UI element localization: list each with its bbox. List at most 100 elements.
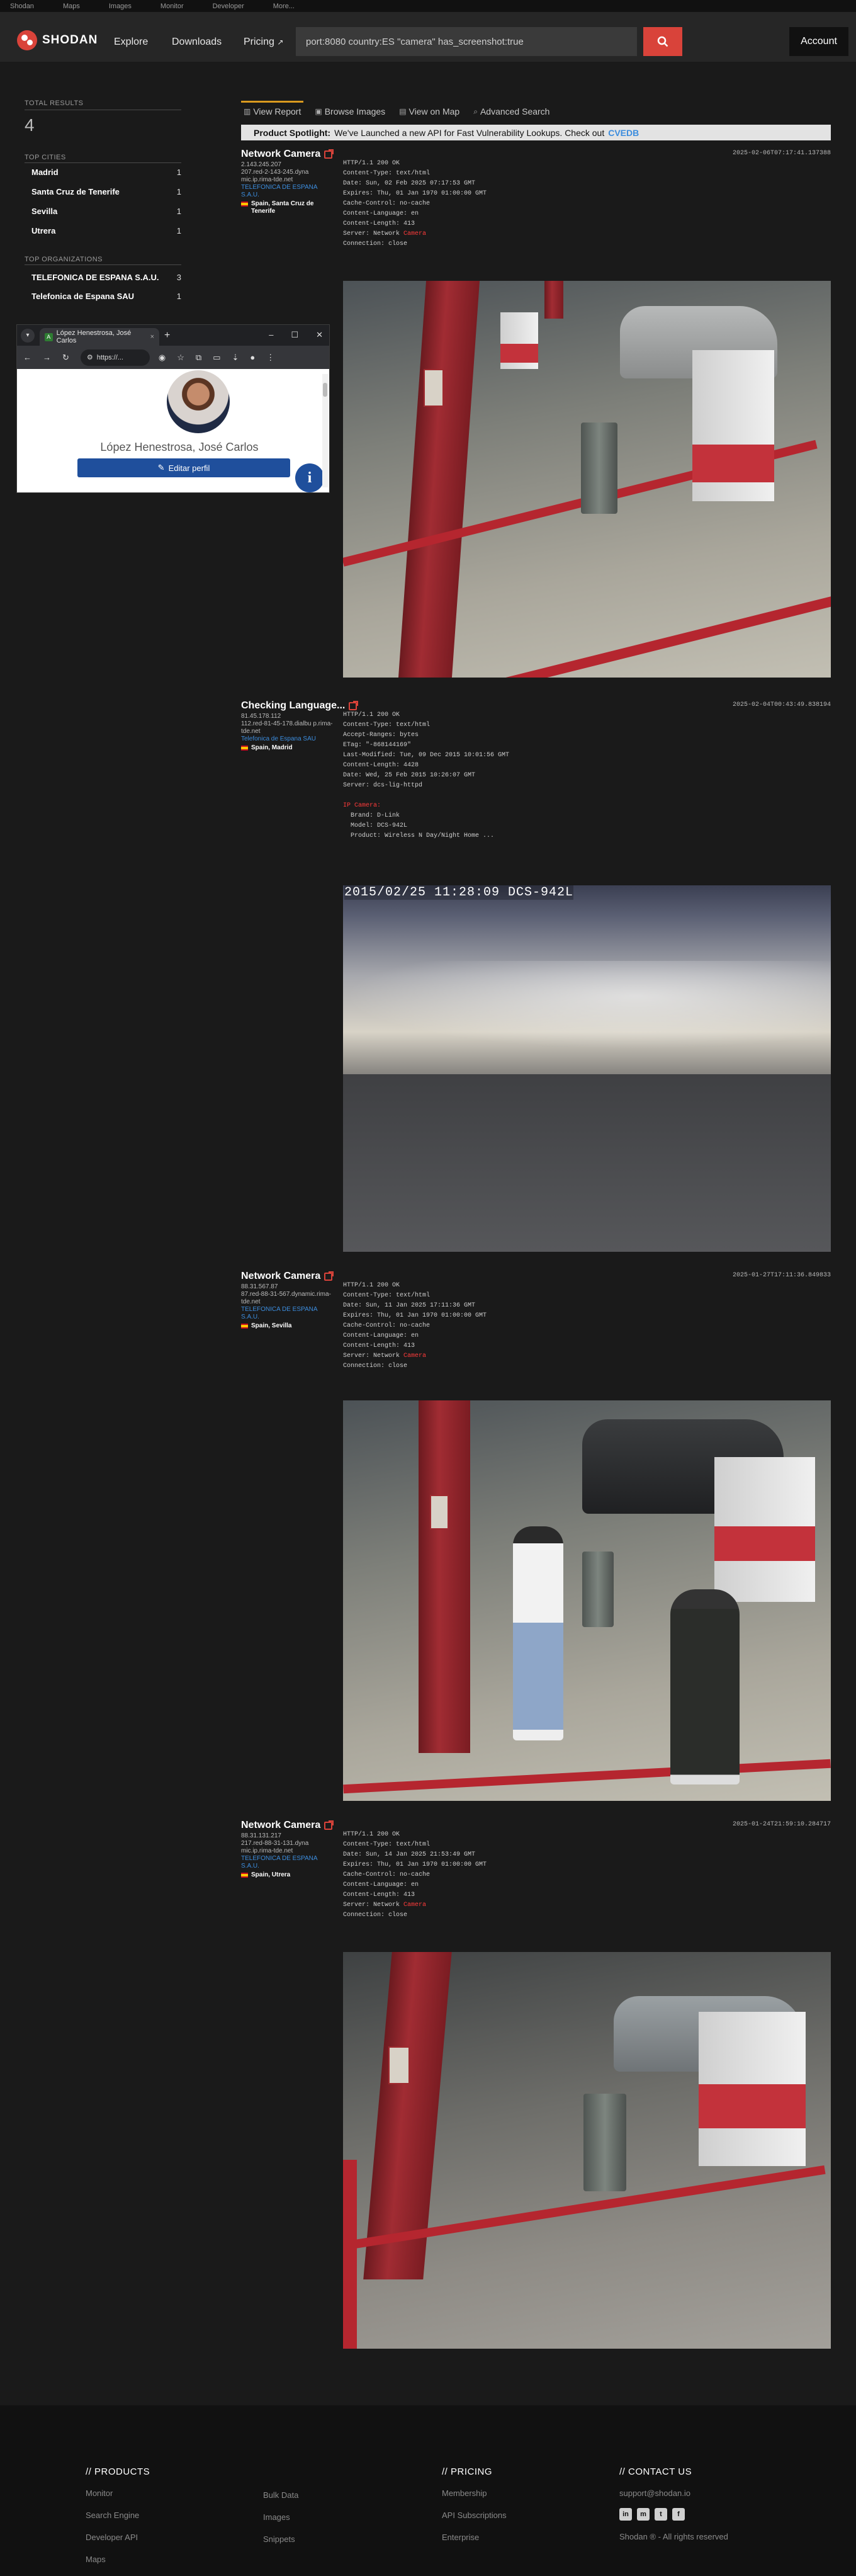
nav-pricing[interactable]: Pricing ↗ <box>244 37 283 48</box>
city-row-sevilla[interactable]: Sevilla 1 <box>31 207 181 216</box>
topbar-link-more[interactable]: More... <box>273 3 295 10</box>
city-row-madrid[interactable]: Madrid 1 <box>31 167 181 177</box>
footer-link[interactable]: Snippets <box>263 2534 298 2544</box>
result-banner: HTTP/1.1 200 OK Content-Type: text/html … <box>343 1830 487 1921</box>
tab-search-dropdown-icon[interactable]: ▾ <box>21 328 35 343</box>
search-input[interactable] <box>296 27 637 56</box>
tab-view-report[interactable]: ▥ View Report <box>241 101 304 118</box>
result-title: Network Camera <box>241 1820 321 1830</box>
tab-advanced-search[interactable]: ⌕ Advanced Search <box>471 101 552 118</box>
banner-line: Content-Type: text/html <box>343 170 431 177</box>
linkedin-icon[interactable]: in <box>619 2508 632 2521</box>
minimize-icon[interactable]: – <box>269 330 273 340</box>
topbar-link-maps[interactable]: Maps <box>63 3 80 10</box>
footer-products-column-2: Bulk Data Images Snippets <box>263 2490 298 2556</box>
profile-icon[interactable]: ● <box>250 353 255 362</box>
camera-screenshot[interactable] <box>343 1400 831 1801</box>
browser-tab[interactable]: A López Henestrosa, José Carlos × <box>40 328 159 346</box>
facebook-icon[interactable]: f <box>672 2508 685 2521</box>
footer-link[interactable]: API Subscriptions <box>442 2511 507 2520</box>
result-location[interactable]: Spain, Madrid <box>241 744 335 752</box>
close-window-icon[interactable]: ✕ <box>316 330 323 340</box>
city-row-santa-cruz[interactable]: Santa Cruz de Tenerife 1 <box>31 187 181 196</box>
footer-email-link[interactable]: support@shodan.io <box>619 2488 728 2498</box>
result-location[interactable]: Spain, Santa Cruz de Tenerife <box>241 200 335 215</box>
profile-name: López Henestrosa, José Carlos <box>100 441 259 453</box>
nav-explore[interactable]: Explore <box>114 37 148 48</box>
footer-link[interactable]: Monitor <box>86 2488 150 2498</box>
menu-icon[interactable]: ⋮ <box>266 353 274 363</box>
twitter-icon[interactable]: t <box>655 2508 667 2521</box>
topbar-link-images[interactable]: Images <box>109 3 132 10</box>
cast-icon[interactable]: ▭ <box>213 353 220 363</box>
banner-line: Content-Type: text/html <box>343 1841 431 1848</box>
search-button[interactable] <box>643 27 682 56</box>
banner-line: Connection: close <box>343 241 408 247</box>
mastodon-icon[interactable]: m <box>637 2508 650 2521</box>
maximize-icon[interactable]: ☐ <box>291 330 298 340</box>
banner-line: Connection: close <box>343 1363 408 1370</box>
scrollbar[interactable] <box>322 374 328 487</box>
result-org-link[interactable]: TELEFONICA DE ESPANA S.A.U. <box>241 1306 335 1321</box>
camera-screenshot[interactable] <box>343 1952 831 2349</box>
banner-line: HTTP/1.1 200 OK <box>343 1282 400 1289</box>
tab-browse-images[interactable]: ▣ Browse Images <box>312 101 388 118</box>
result-title-link[interactable]: Network Camera <box>241 1820 334 1831</box>
result-location[interactable]: Spain, Sevilla <box>241 1322 335 1330</box>
city-name: Utrera <box>31 226 56 235</box>
forward-icon[interactable]: → <box>43 353 51 362</box>
footer-link[interactable]: Search Engine <box>86 2511 150 2520</box>
shodan-logo[interactable]: SHODAN <box>17 30 98 50</box>
result-title-link[interactable]: Checking Language... <box>241 700 359 712</box>
org-name: Telefonica de Espana SAU <box>31 292 135 301</box>
edit-profile-button[interactable]: ✎ Editar perfil <box>77 458 290 477</box>
browser-popup-window[interactable]: ▾ A López Henestrosa, José Carlos × + – … <box>16 324 330 493</box>
account-button[interactable]: Account <box>789 27 848 56</box>
result-banner: HTTP/1.1 200 OK Content-Type: text/html … <box>343 1281 487 1371</box>
reload-icon[interactable]: ↻ <box>62 353 69 363</box>
footer-link[interactable]: Maps <box>86 2555 150 2564</box>
tab-label: Advanced Search <box>480 106 550 116</box>
banner-line: Cache-Control: no-cache <box>343 200 431 207</box>
org-row-telefonica-sau[interactable]: TELEFONICA DE ESPANA S.A.U. 3 <box>31 273 181 282</box>
site-settings-icon[interactable]: ⚙ <box>87 353 93 361</box>
result-org-link[interactable]: TELEFONICA DE ESPANA S.A.U. <box>241 184 335 199</box>
footer-link[interactable]: Developer API <box>86 2533 150 2542</box>
topbar-link-monitor[interactable]: Monitor <box>160 3 184 10</box>
topbar-link-developer[interactable]: Developer <box>213 3 244 10</box>
address-bar[interactable]: ⚙ https://... <box>80 349 150 366</box>
result-timestamp: 2025-02-04T00:43:49.838194 <box>732 701 831 708</box>
result-location[interactable]: Spain, Utrera <box>241 1871 335 1879</box>
tab-view-on-map[interactable]: ▤ View on Map <box>397 101 462 118</box>
footer-link[interactable]: Bulk Data <box>263 2490 298 2500</box>
extinguisher-cabinet <box>430 1495 449 1529</box>
external-link-icon <box>324 149 334 159</box>
result-title-link[interactable]: Network Camera <box>241 1271 334 1282</box>
downloads-icon[interactable]: ⇣ <box>232 353 239 363</box>
back-icon[interactable]: ← <box>23 353 31 362</box>
info-icon[interactable]: i <box>295 463 324 492</box>
new-tab-icon[interactable]: + <box>164 330 170 341</box>
topbar-link-shodan[interactable]: Shodan <box>10 3 34 10</box>
camera-screenshot[interactable] <box>343 281 831 678</box>
result-timestamp: 2025-01-24T21:59:10.284717 <box>732 1821 831 1828</box>
camera-screenshot[interactable]: 2015/02/25 11:28:09 DCS-942L <box>343 885 831 1252</box>
city-row-utrera[interactable]: Utrera 1 <box>31 226 181 235</box>
nav-downloads[interactable]: Downloads <box>172 37 222 48</box>
eye-icon[interactable]: ◉ <box>159 353 166 363</box>
close-tab-icon[interactable]: × <box>150 333 154 341</box>
org-row-telefonica-espana[interactable]: Telefonica de Espana SAU 1 <box>31 292 181 301</box>
extensions-icon[interactable]: ⧉ <box>196 353 201 363</box>
profile-page: López Henestrosa, José Carlos ✎ Editar pe… <box>17 369 329 492</box>
result-org-link[interactable]: TELEFONICA DE ESPANA S.A.U. <box>241 1855 335 1870</box>
footer-link[interactable]: Images <box>263 2512 298 2522</box>
footer-link[interactable]: Enterprise <box>442 2533 507 2542</box>
cvedb-link[interactable]: CVEDB <box>608 128 639 138</box>
result-ip: 81.45.178.112 <box>241 713 281 720</box>
bookmark-star-icon[interactable]: ☆ <box>177 353 184 363</box>
camera-detail: Brand: D-Link <box>351 812 400 819</box>
ground-shadow <box>343 1074 831 1252</box>
footer-link[interactable]: Membership <box>442 2488 507 2498</box>
result-title-link[interactable]: Network Camera <box>241 149 334 160</box>
result-org-link[interactable]: Telefonica de Espana SAU <box>241 735 335 743</box>
